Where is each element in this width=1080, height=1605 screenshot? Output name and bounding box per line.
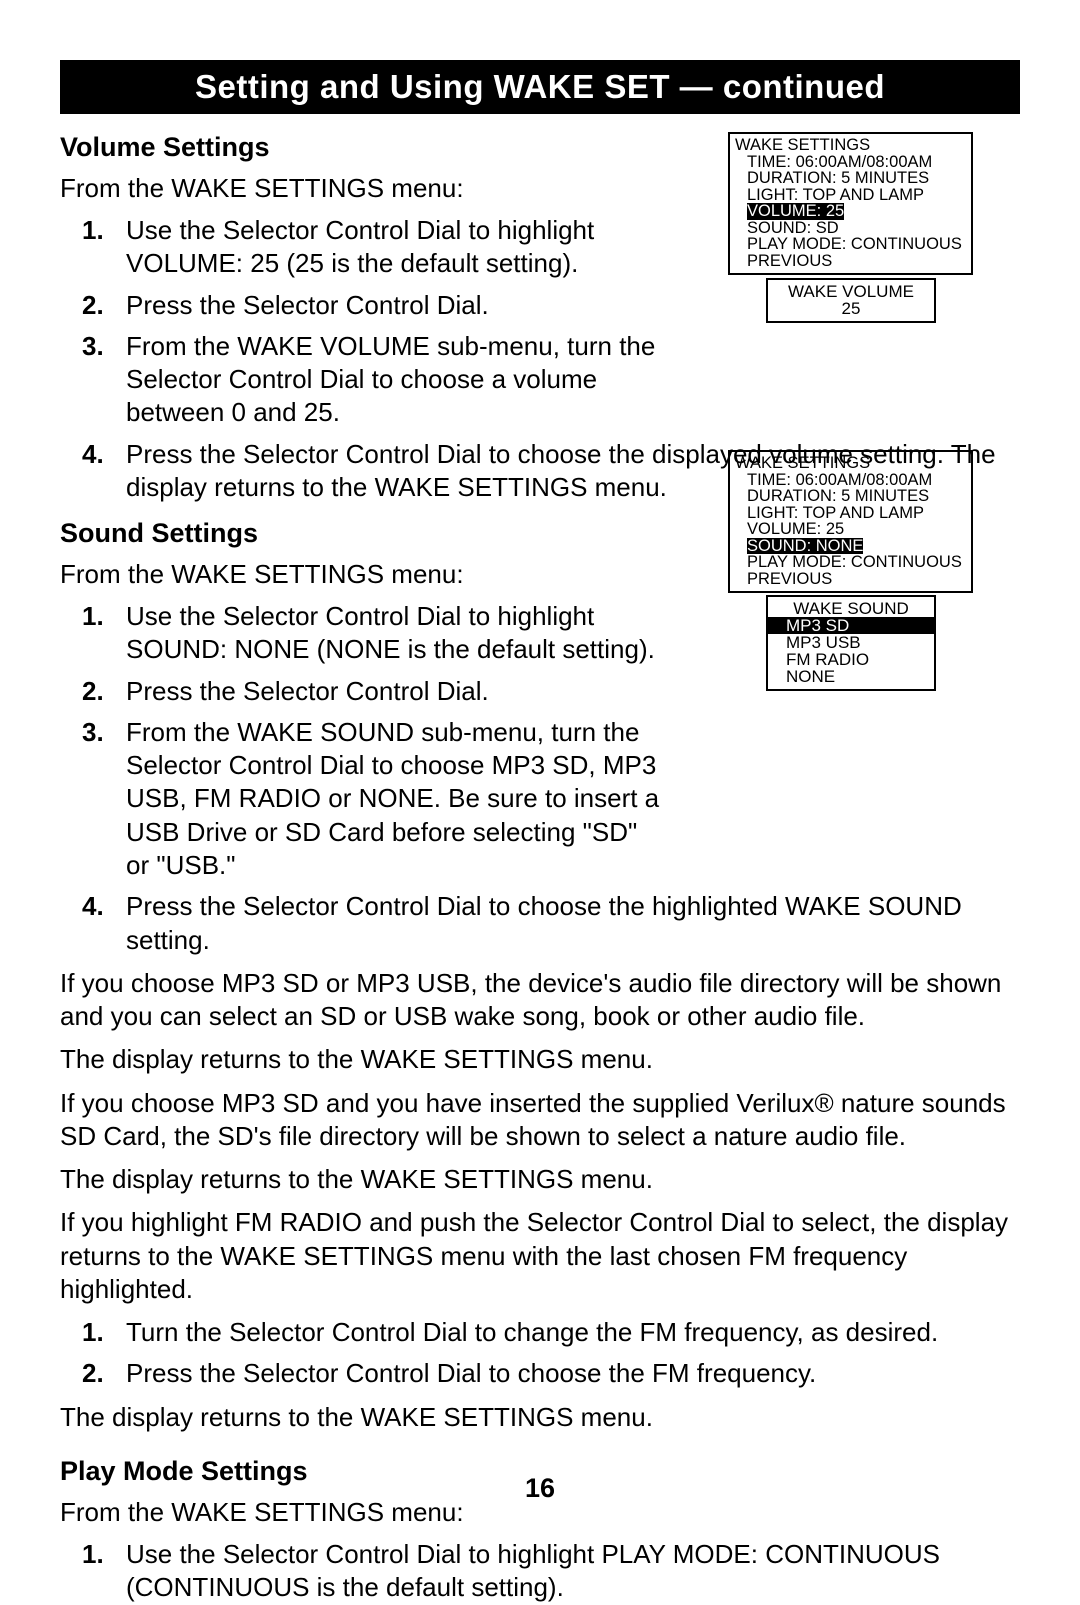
lcd-line-sound: SOUND: NONE	[735, 538, 966, 555]
lcd-wake-volume: WAKE VOLUME 25	[766, 278, 936, 323]
page-number: 16	[0, 1473, 1080, 1504]
paragraph: The display returns to the WAKE SETTINGS…	[60, 1043, 1020, 1076]
list-item: Press the Selector Control Dial to choos…	[60, 438, 1020, 505]
lcd-wake-sound-option: NONE	[768, 668, 934, 685]
list-item: Use the Selector Control Dial to highlig…	[60, 214, 660, 281]
list-item: Turn the Selector Control Dial to change…	[60, 1316, 1020, 1349]
list-item: Press the Selector Control Dial to choos…	[60, 890, 1020, 957]
lcd-line-playmode: PLAY MODE: CONTINUOUS	[735, 236, 966, 253]
list-item: Use the Selector Control Dial to highlig…	[60, 600, 660, 667]
paragraph: If you choose MP3 SD or MP3 USB, the dev…	[60, 967, 1020, 1034]
lcd-wake-sound-title: WAKE SOUND	[768, 600, 934, 617]
lcd-line-duration: DURATION: 5 MINUTES	[735, 170, 966, 187]
lcd-line-volume: VOLUME: 25	[735, 203, 966, 220]
list-item: Press the Selector Control Dial.	[60, 675, 660, 708]
paragraph: The display returns to the WAKE SETTINGS…	[60, 1163, 1020, 1196]
lcd-line-light: LIGHT: TOP AND LAMP	[735, 187, 966, 204]
lcd-wake-sound-menu: WAKE SOUND MP3 SD MP3 USB FM RADIO NONE	[766, 595, 936, 691]
page-title-bar: Setting and Using WAKE SET — continued	[60, 60, 1020, 114]
paragraph: If you choose MP3 SD and you have insert…	[60, 1087, 1020, 1154]
list-item: Use the Selector Control Dial to highlig…	[60, 1538, 1020, 1605]
playmode-steps-list: Use the Selector Control Dial to highlig…	[60, 1538, 1020, 1605]
list-item: From the WAKE SOUND sub-menu, turn the S…	[60, 716, 660, 882]
lcd-wake-volume-value: 25	[774, 300, 928, 317]
lcd-wake-sound-option: FM RADIO	[768, 651, 934, 668]
paragraph: The display returns to the WAKE SETTINGS…	[60, 1401, 1020, 1434]
lcd-wake-settings-volume: WAKE SETTINGS TIME: 06:00AM/08:00AM DURA…	[728, 132, 973, 275]
list-item: From the WAKE VOLUME sub-menu, turn the …	[60, 330, 660, 430]
lcd-line-volume: VOLUME: 25	[735, 521, 966, 538]
lcd-wake-sound-option: MP3 USB	[768, 634, 934, 651]
fm-steps-list: Turn the Selector Control Dial to change…	[60, 1316, 1020, 1391]
lcd-line-light: LIGHT: TOP AND LAMP	[735, 505, 966, 522]
lcd-line-time: TIME: 06:00AM/08:00AM	[735, 154, 966, 171]
lcd-header: WAKE SETTINGS	[735, 137, 966, 154]
lcd-line-playmode: PLAY MODE: CONTINUOUS	[735, 554, 966, 571]
paragraph: If you highlight FM RADIO and push the S…	[60, 1206, 1020, 1306]
lcd-wake-volume-title: WAKE VOLUME	[774, 283, 928, 300]
lcd-wake-sound-option: MP3 SD	[768, 617, 934, 634]
list-item: Press the Selector Control Dial.	[60, 289, 660, 322]
lcd-line-previous: PREVIOUS	[735, 253, 966, 270]
lcd-line-previous: PREVIOUS	[735, 571, 966, 588]
list-item: Press the Selector Control Dial to choos…	[60, 1357, 1020, 1390]
lcd-line-sound: SOUND: SD	[735, 220, 966, 237]
